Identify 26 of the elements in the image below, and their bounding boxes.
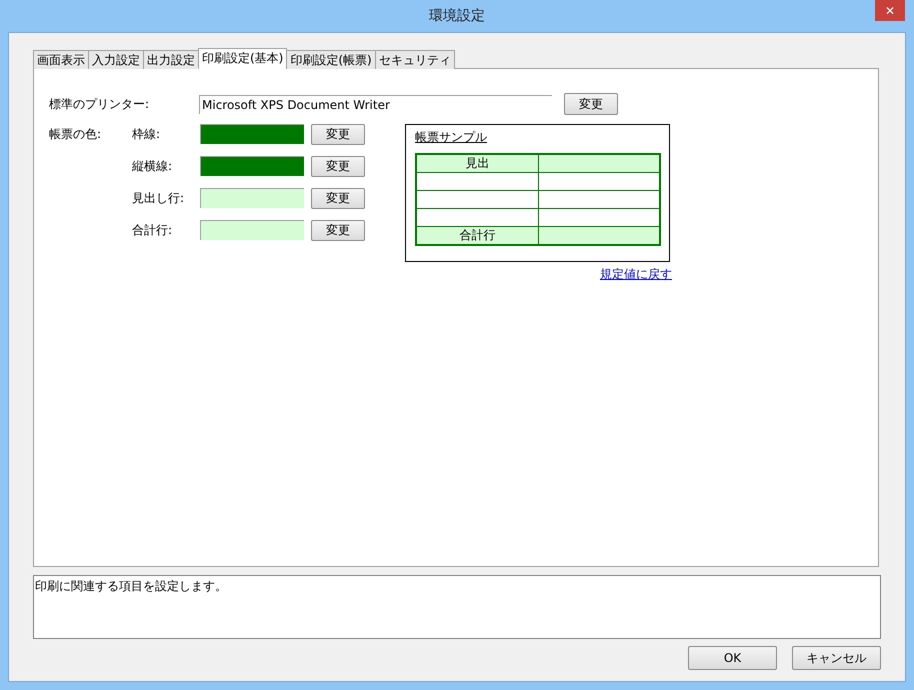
ok-button[interactable]: OK: [688, 646, 777, 670]
tab[interactable]: セキュリティ: [374, 50, 455, 69]
color-label: 合計行:: [132, 222, 174, 238]
change-button[interactable]: 変更: [311, 124, 365, 144]
change-button[interactable]: 変更: [311, 188, 365, 208]
table-cell: 見出: [416, 154, 538, 172]
tab[interactable]: 画面表示: [33, 50, 89, 69]
color-label: 枠線:: [132, 126, 162, 142]
form-color-label: 帳票の色:: [49, 126, 102, 143]
description-box: 印刷に関連する項目を設定します。: [33, 575, 881, 639]
window-title: 環境設定: [429, 7, 485, 25]
tab[interactable]: 印刷設定(帳票): [286, 50, 376, 69]
sample-title: 帳票サンプル: [415, 129, 487, 146]
tab[interactable]: 印刷設定(基本): [198, 48, 288, 69]
change-button[interactable]: 変更: [311, 220, 365, 240]
reset-link[interactable]: 規定値に戻す: [600, 266, 672, 283]
tab[interactable]: 出力設定: [143, 50, 199, 69]
close-button[interactable]: ✕: [875, 0, 905, 21]
change-button[interactable]: 変更: [564, 93, 618, 115]
printer-field[interactable]: Microsoft XPS Document Writer: [199, 94, 552, 114]
cancel-button[interactable]: キャンセル: [792, 646, 881, 670]
change-button[interactable]: 変更: [311, 156, 365, 176]
tab[interactable]: 入力設定: [88, 50, 144, 69]
printer-label: 標準のプリンター:: [49, 96, 150, 112]
color-label: 縦横線:: [132, 158, 174, 174]
color-label: 見出し行:: [132, 190, 186, 206]
